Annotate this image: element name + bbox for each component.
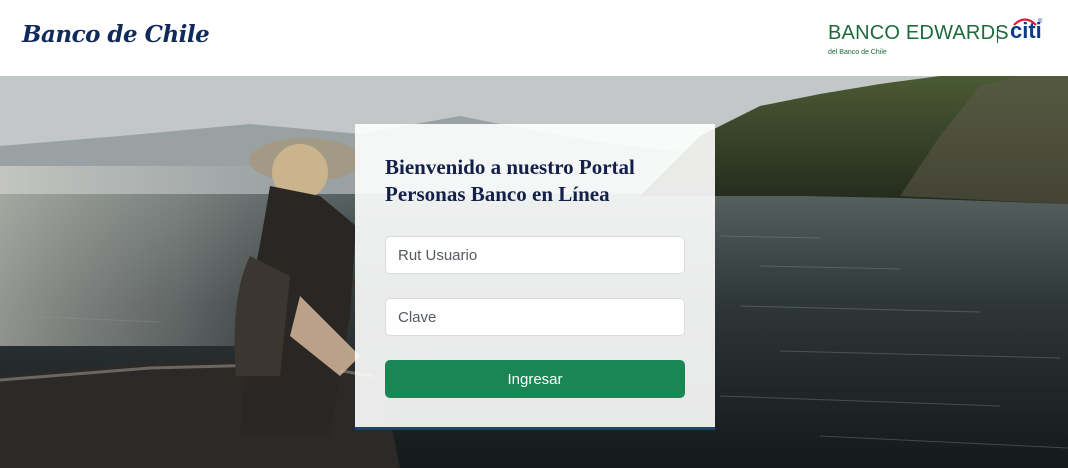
clave-input[interactable]	[385, 298, 685, 336]
rut-usuario-input[interactable]	[385, 236, 685, 274]
banco-edwards-citi-logo[interactable]: BANCO EDWARDS del Banco de Chile citi ®	[828, 16, 1048, 62]
site-header: Banco de Chile BANCO EDWARDS del Banco d…	[0, 0, 1068, 76]
banco-edwards-subtitle: del Banco de Chile	[828, 49, 887, 56]
title-banco-en-linea: Banco en Línea	[470, 182, 610, 206]
login-title: Bienvenido a nuestro Portal Personas Ban…	[385, 154, 685, 208]
logo-divider	[997, 26, 998, 43]
title-line-1: Bienvenido a nuestro Portal	[385, 155, 635, 179]
registered-mark-icon: ®	[1038, 19, 1043, 25]
banco-de-chile-logo[interactable]: Banco de Chile	[22, 21, 210, 48]
banco-edwards-wordmark: BANCO EDWARDS	[828, 22, 1009, 44]
title-line-2-prefix: Personas	[385, 182, 471, 206]
login-card: Bienvenido a nuestro Portal Personas Ban…	[355, 124, 715, 430]
ingresar-button[interactable]: Ingresar	[385, 360, 685, 398]
